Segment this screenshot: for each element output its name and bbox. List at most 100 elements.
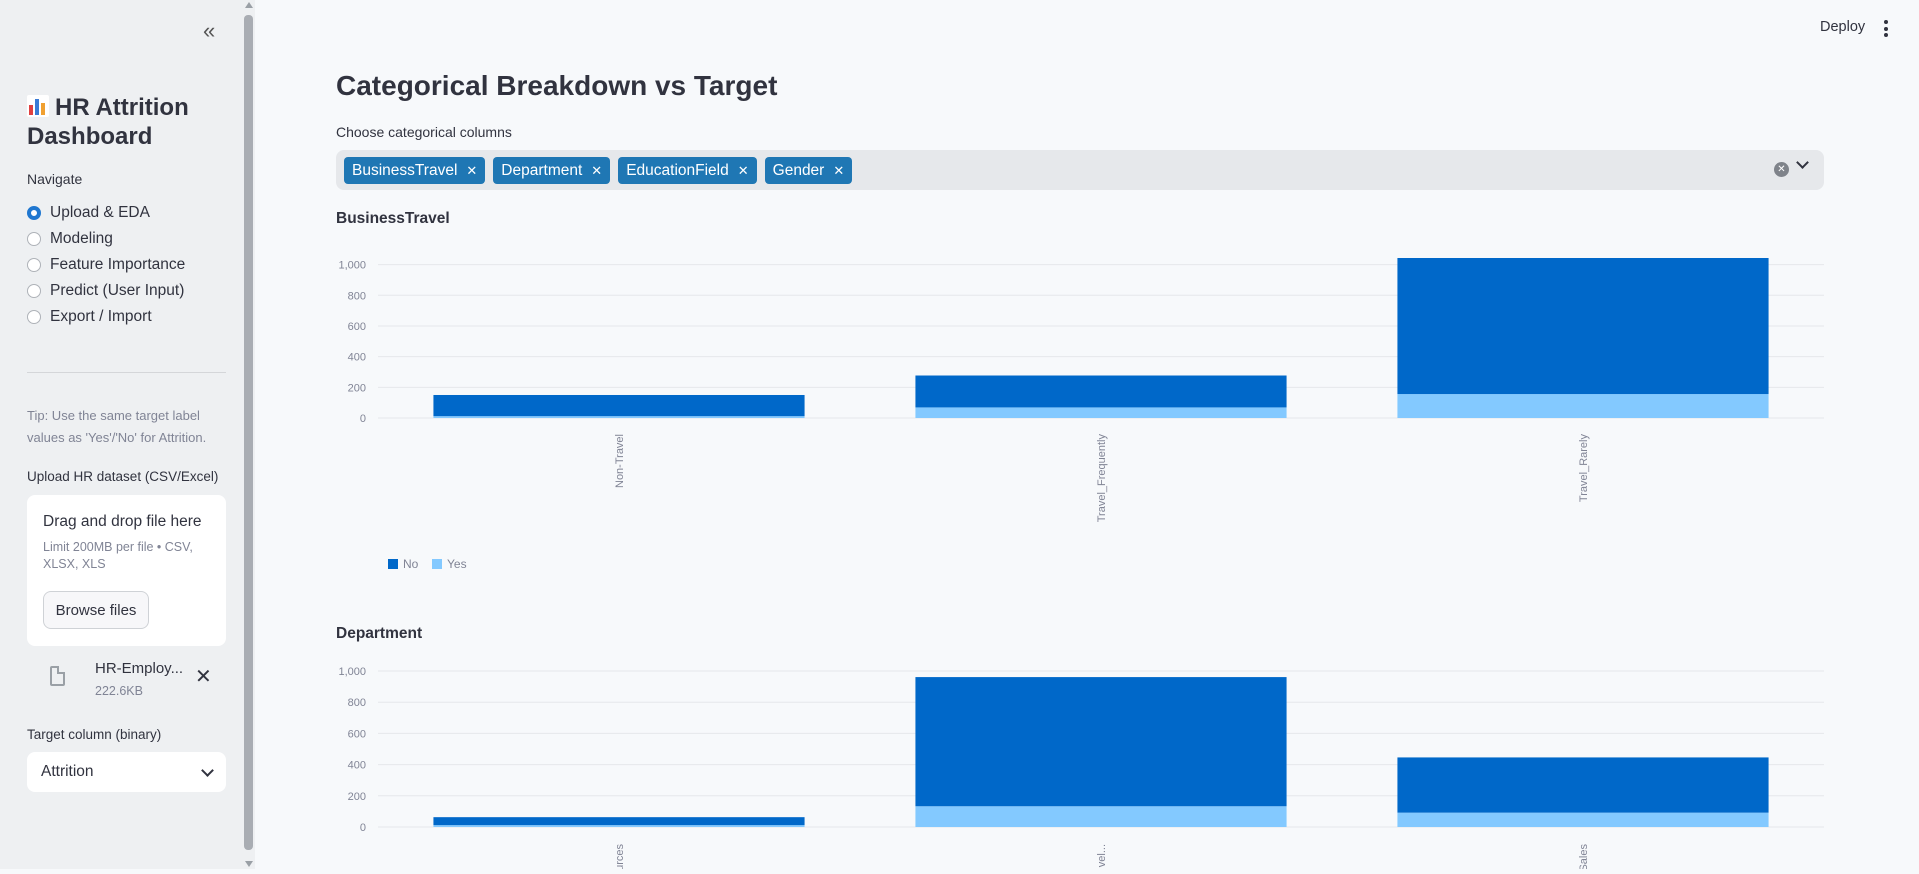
sidebar-scrollbar[interactable] — [244, 0, 255, 869]
businesstravel-bar-chart: 0 200 400 600 800 1,000 Non-Travel Travel_Frequ… — [338, 258, 1824, 571]
nav-item-label: Upload & EDA — [50, 204, 150, 221]
app-title-text: HR Attrition Dashboard — [27, 94, 189, 150]
tip-text: Tip: Use the same target label values as… — [27, 408, 207, 445]
remove-file-icon[interactable]: ✕ — [195, 664, 212, 689]
file-dropzone[interactable]: Drag and drop file here Limit 200MB per … — [27, 495, 226, 646]
remove-chip-icon[interactable]: ✕ — [466, 163, 477, 179]
multiselect-label: Choose categorical columns — [336, 124, 512, 140]
nav-label: Navigate — [27, 171, 83, 187]
nav-item-export-import[interactable]: Export / Import — [27, 304, 185, 330]
scroll-up-icon[interactable] — [245, 2, 253, 8]
y-tick-label: 1,000 — [338, 666, 366, 678]
chart-title-department: Department — [336, 625, 423, 642]
nav-item-label: Export / Import — [50, 308, 152, 325]
chip-label: Department — [501, 161, 583, 179]
sidebar: « HR Attrition Dashboard Navigate Upload… — [0, 0, 245, 869]
y-tick-label: 800 — [348, 290, 366, 302]
dropzone-title: Drag and drop file here — [43, 513, 202, 530]
y-tick-label: 600 — [348, 321, 366, 333]
multiselect-chevron[interactable] — [1796, 156, 1809, 169]
nav-item-predict[interactable]: Predict (User Input) — [27, 278, 185, 304]
remove-chip-icon[interactable]: ✕ — [591, 163, 602, 179]
scroll-down-icon[interactable] — [245, 861, 253, 867]
chart-businesstravel: 0 200 400 600 800 1,000 Non-Travel Travel_Frequ… — [336, 246, 1824, 586]
bar-no — [915, 375, 1287, 408]
y-tick-label: 0 — [360, 822, 366, 834]
sidebar-divider — [27, 372, 226, 373]
bar-yes — [1397, 394, 1769, 418]
chevron-down-icon — [1796, 156, 1809, 169]
radio-icon[interactable] — [27, 232, 41, 246]
file-name: HR-Employ... — [95, 660, 184, 677]
browse-files-button[interactable]: Browse files — [43, 591, 149, 629]
y-tick-label: 200 — [348, 382, 366, 394]
chevron-down-icon — [201, 763, 214, 777]
chip-label: Gender — [772, 161, 825, 179]
y-tick-label: 600 — [348, 728, 366, 740]
radio-icon[interactable] — [27, 258, 41, 272]
bar-no — [1397, 757, 1769, 813]
categorical-multiselect[interactable]: BusinessTravel ✕ Department ✕ EducationFie… — [336, 150, 1824, 190]
chart-title-businesstravel: BusinessTravel — [336, 210, 450, 227]
nav-item-label: Feature Importance — [50, 256, 186, 273]
y-tick-label: 800 — [348, 697, 366, 709]
bar-no — [433, 817, 805, 826]
y-tick-label: 400 — [348, 352, 366, 364]
department-bar-chart: 0 200 400 600 800 1,000 urces vel... Sales — [338, 666, 1824, 872]
nav-item-label: Predict (User Input) — [50, 282, 185, 299]
chip-educationfield: EducationField ✕ — [618, 157, 757, 184]
y-tick-label: 1,000 — [338, 260, 366, 272]
legend-swatch-no — [388, 559, 398, 569]
nav-item-modeling[interactable]: Modeling — [27, 226, 185, 252]
bar-no — [433, 394, 805, 417]
deploy-button[interactable]: Deploy — [1820, 19, 1865, 35]
chip-businesstravel: BusinessTravel ✕ — [344, 157, 486, 184]
remove-chip-icon[interactable]: ✕ — [833, 163, 844, 179]
bar-yes — [915, 407, 1287, 418]
remove-chip-icon[interactable]: ✕ — [738, 163, 749, 179]
radio-icon[interactable] — [27, 284, 41, 298]
collapse-sidebar-icon[interactable]: « — [203, 18, 215, 44]
target-select[interactable]: Attrition — [27, 752, 226, 792]
chip-gender: Gender ✕ — [764, 157, 853, 184]
target-label: Target column (binary) — [27, 727, 162, 742]
bar-no — [915, 677, 1287, 807]
selected-chips: BusinessTravel ✕ Department ✕ EducationFie… — [344, 157, 853, 184]
app-title: HR Attrition Dashboard — [27, 93, 227, 151]
y-tick-label: 200 — [348, 791, 366, 803]
nav-item-feature-importance[interactable]: Feature Importance — [27, 252, 185, 278]
nav-radio-group: Upload & EDA Modeling Feature Importance… — [27, 200, 185, 330]
scrollbar-thumb[interactable] — [244, 15, 253, 850]
upload-label: Upload HR dataset (CSV/Excel) — [27, 469, 219, 484]
chart-department: 0 200 400 600 800 1,000 urces vel... Sales — [336, 654, 1824, 872]
legend-label-yes: Yes — [447, 557, 467, 571]
bar-chart-icon — [27, 95, 49, 117]
main-menu-icon[interactable] — [1884, 20, 1888, 40]
x-tick-label: urces — [614, 844, 626, 869]
clear-all-icon[interactable]: ✕ — [1774, 162, 1789, 177]
x-tick-label: Travel_Rarely — [1578, 434, 1590, 503]
nav-item-upload-eda[interactable]: Upload & EDA — [27, 200, 185, 226]
bar-yes — [433, 416, 805, 418]
legend-swatch-yes — [432, 559, 442, 569]
chip-label: EducationField — [626, 161, 729, 179]
bar-yes — [1397, 812, 1769, 827]
radio-icon[interactable] — [27, 310, 41, 324]
nav-item-label: Modeling — [50, 230, 113, 247]
bar-no — [1397, 258, 1769, 395]
x-tick-label: Travel_Frequently — [1096, 434, 1108, 523]
x-tick-label: Non-Travel — [614, 434, 626, 488]
file-icon — [50, 666, 65, 686]
y-tick-label: 400 — [348, 760, 366, 772]
chip-department: Department ✕ — [493, 157, 611, 184]
radio-selected-icon[interactable] — [27, 206, 41, 220]
y-tick-label: 0 — [360, 413, 366, 425]
page-title: Categorical Breakdown vs Target — [336, 70, 778, 101]
bar-yes — [915, 806, 1287, 827]
target-select-value: Attrition — [41, 763, 94, 780]
file-size: 222.6KB — [95, 684, 143, 698]
legend-label-no: No — [403, 557, 419, 571]
x-tick-label: vel... — [1096, 844, 1108, 867]
uploaded-file: HR-Employ... 222.6KB ✕ — [27, 656, 226, 706]
bar-yes — [433, 825, 805, 827]
